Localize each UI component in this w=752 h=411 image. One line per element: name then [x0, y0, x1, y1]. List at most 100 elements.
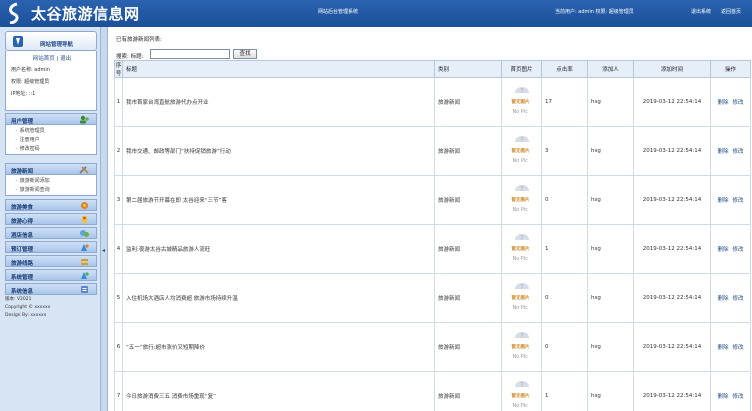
sidebar-collapse-bar[interactable]: ◂ [101, 27, 108, 411]
users-icon [80, 115, 89, 124]
version-text: 版本: V2021 [5, 297, 32, 302]
cell-title: 今日旅游消费三五 消费市场重现“复” [122, 371, 435, 411]
submenu-item-users[interactable]: 注册用户 [16, 136, 40, 143]
delete-link[interactable]: 删除 [717, 296, 728, 302]
cell-clicks: 0 [541, 175, 588, 225]
main-content: 已有旅游新闻列表: 搜索: 标题: 查找 序号 标题 类别 首页图片 点击率 添… [110, 27, 752, 411]
submenu-item-news-add[interactable]: 旅游新闻添加 [16, 177, 50, 184]
menu-system-management[interactable]: 系统管理 [5, 269, 97, 281]
menu-label: 旅游新闻 [11, 169, 34, 175]
no-image-icon: ? [514, 233, 529, 242]
submenu-item-password[interactable]: 修改密码 [16, 145, 40, 152]
col-header-time: 添加时间 [633, 60, 711, 78]
edit-link[interactable]: 修改 [733, 345, 744, 351]
site-home-link[interactable]: 网站首页 [33, 56, 55, 62]
cell-clicks: 0 [541, 273, 588, 323]
menu-label: 预订管理 [11, 247, 34, 253]
edit-link[interactable]: 修改 [733, 296, 744, 302]
col-header-clicks: 点击率 [541, 60, 588, 78]
cell-time: 2019-03-12 22:54:14 [633, 371, 711, 411]
search-button[interactable]: 查找 [233, 49, 257, 59]
search-title-input[interactable] [150, 49, 230, 59]
no-image-placeholder: ? 暂无图片 No Pic [507, 280, 537, 315]
edit-link[interactable]: 修改 [733, 394, 744, 400]
collapse-arrow-icon[interactable]: ◂ [102, 247, 105, 254]
delete-link[interactable]: 删除 [717, 394, 728, 400]
cell-actions: 删除 修改 [710, 77, 751, 127]
edit-link[interactable]: 修改 [733, 149, 744, 155]
no-image-icon: ? [514, 86, 529, 95]
no-image-label: 暂无图片 [511, 344, 530, 350]
cell-category: 旅游新闻 [434, 273, 502, 323]
cell-category: 旅游新闻 [434, 175, 502, 225]
edit-link[interactable]: 修改 [733, 198, 744, 204]
nav-header: 网站管理导航 [5, 31, 97, 51]
cell-actions: 删除 修改 [710, 273, 751, 323]
submenu-item-news-query[interactable]: 旅游新闻查询 [16, 186, 50, 193]
cell-no: 1 [114, 77, 123, 127]
notes-icon [82, 216, 87, 223]
cell-time: 2019-03-12 22:54:14 [633, 175, 711, 225]
delete-link[interactable]: 删除 [717, 198, 728, 204]
col-header-title: 标题 [122, 60, 435, 78]
cell-category: 旅游新闻 [434, 126, 502, 176]
cell-author: hsg [587, 175, 634, 225]
menu-booking-management[interactable]: 预订管理 [5, 241, 97, 253]
table-row: 2 我市交通、邮政等部门“扶持促销旅游”行动 旅游新闻? 暂无图片 No Pic 3 hsg… [114, 126, 751, 176]
cell-no: 6 [114, 322, 123, 372]
table-row: 7 今日旅游消费三五 消费市场重现“复” 旅游新闻? 暂无图片 No Pic 1 hsg 20… [114, 371, 751, 411]
menu-travel-news[interactable]: 旅游新闻 [5, 163, 97, 175]
no-image-icon: ? [514, 135, 529, 144]
return-home-link[interactable]: 返回首页 [721, 8, 741, 15]
cell-clicks: 1 [541, 224, 588, 274]
table-row: 4 监利:夜游太谷古城精品旅游人流旺 旅游新闻? 暂无图片 No Pic 1 hsg 2019… [114, 224, 751, 274]
svg-text:?: ? [520, 185, 524, 193]
cell-author: hsg [587, 126, 634, 176]
nav-title: 网站管理导航 [40, 42, 74, 48]
cell-clicks: 0 [541, 322, 588, 372]
delete-link[interactable]: 删除 [717, 247, 728, 253]
cell-time: 2019-03-12 22:54:14 [633, 77, 711, 127]
edit-link[interactable]: 修改 [733, 100, 744, 106]
menu-hotel-info[interactable]: 酒店信息 [5, 227, 97, 239]
menu-label: 系统信息 [11, 289, 34, 295]
delete-link[interactable]: 删除 [717, 149, 728, 155]
col-header-category: 类别 [434, 60, 502, 78]
cell-image: ? 暂无图片 No Pic [501, 322, 542, 372]
submenu-item-admins[interactable]: 系统管理员 [16, 127, 45, 134]
cell-time: 2019-03-12 22:54:14 [633, 322, 711, 372]
menu-label: 旅游心得 [11, 219, 34, 225]
menu-travel-notes[interactable]: 旅游心得 [5, 213, 97, 225]
tools-icon [79, 166, 89, 174]
design-text: Design By: xxxxxx [5, 313, 47, 318]
no-pic-text: No Pic [512, 255, 528, 262]
no-pic-text: No Pic [512, 157, 528, 164]
cell-category: 旅游新闻 [434, 77, 502, 127]
cell-author: hsg [587, 371, 634, 411]
no-image-label: 暂无图片 [511, 393, 530, 399]
col-header-image: 首页图片 [501, 60, 542, 78]
col-header-author: 添加人 [587, 60, 634, 78]
no-pic-text: No Pic [512, 304, 528, 311]
delete-link[interactable]: 删除 [717, 345, 728, 351]
cell-actions: 删除 修改 [710, 224, 751, 274]
edit-link[interactable]: 修改 [733, 247, 744, 253]
cell-author: hsg [587, 273, 634, 323]
table-row: 5 入住机场大酒店人均消费超 旅游市场持续升温 旅游新闻? 暂无图片 No Pic 0 hs… [114, 273, 751, 323]
menu-system-info[interactable]: 系统信息 [5, 283, 97, 295]
cell-time: 2019-03-12 22:54:14 [633, 273, 711, 323]
menu-travel-routes[interactable]: 旅游线路 [5, 255, 97, 267]
logout-link[interactable]: 退出 [60, 56, 71, 62]
delete-link[interactable]: 删除 [717, 100, 728, 106]
cell-image: ? 暂无图片 No Pic [501, 224, 542, 274]
menu-user-management[interactable]: 用户管理 [5, 113, 97, 125]
exit-system-link[interactable]: 退出系统 [691, 8, 711, 15]
cell-actions: 删除 修改 [710, 322, 751, 372]
cell-no: 2 [114, 126, 123, 176]
menu-label: 酒店信息 [11, 233, 34, 239]
cell-image: ? 暂无图片 No Pic [501, 175, 542, 225]
menu-travel-food[interactable]: 旅游美食 [5, 199, 97, 211]
submenu-user-management: 系统管理员 注册用户 修改密码 [5, 125, 97, 155]
route-icon [81, 259, 88, 265]
info-links: 网站首页 | 退出 [6, 54, 98, 62]
